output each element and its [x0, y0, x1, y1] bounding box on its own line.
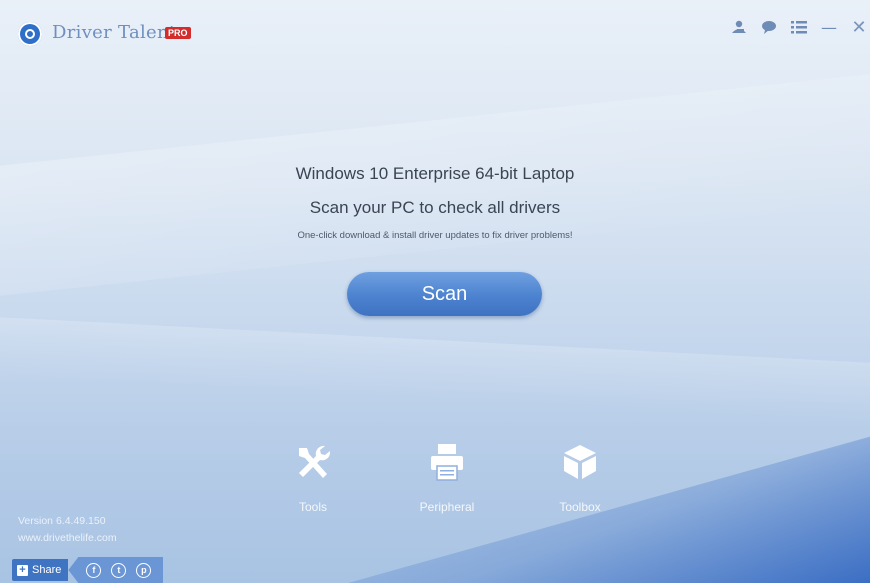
version-info: Version 6.4.49.150 www.drivethelife.com [18, 513, 117, 547]
close-icon[interactable]: ✕ [850, 17, 868, 38]
tools-icon [263, 440, 363, 484]
share-bar: + Share f t p [12, 557, 164, 583]
printer-icon [397, 440, 497, 484]
subline: One-click download & install driver upda… [297, 230, 573, 241]
app-logo-icon [18, 22, 42, 46]
background-band [0, 74, 870, 296]
tool-label: Toolbox [559, 500, 601, 514]
tool-label: Peripheral [419, 500, 475, 514]
tool-label: Tools [298, 500, 327, 514]
website-link[interactable]: www.drivethelife.com [18, 530, 117, 547]
pro-badge: PRO [165, 27, 191, 39]
twitter-icon[interactable]: t [111, 562, 127, 578]
app-title: Driver Talent [52, 22, 177, 43]
toolbox-button[interactable]: Toolbox [530, 440, 630, 514]
user-icon[interactable] [730, 18, 748, 36]
share-button[interactable]: + Share [12, 559, 69, 581]
system-info: Windows 10 Enterprise 64-bit Laptop [295, 164, 575, 183]
plus-icon: + [17, 564, 28, 576]
social-links: f t p [68, 557, 164, 583]
peripheral-button[interactable]: Peripheral [397, 440, 497, 514]
share-label: Share [32, 564, 62, 576]
tools-button[interactable]: Tools [263, 440, 363, 514]
title-bar: Driver Talent PRO — ✕ [0, 0, 870, 62]
version-text: Version 6.4.49.150 [18, 515, 106, 527]
background-band [0, 317, 870, 423]
facebook-icon[interactable]: f [86, 562, 102, 578]
pinterest-icon[interactable]: p [136, 562, 152, 578]
headline: Scan your PC to check all drivers [309, 198, 561, 217]
box-icon [530, 440, 630, 484]
scan-button[interactable]: Scan [347, 272, 542, 316]
minimize-icon[interactable]: — [820, 18, 838, 37]
window-controls: — ✕ [730, 17, 868, 38]
chat-icon[interactable] [760, 18, 778, 36]
menu-icon[interactable] [790, 18, 808, 36]
